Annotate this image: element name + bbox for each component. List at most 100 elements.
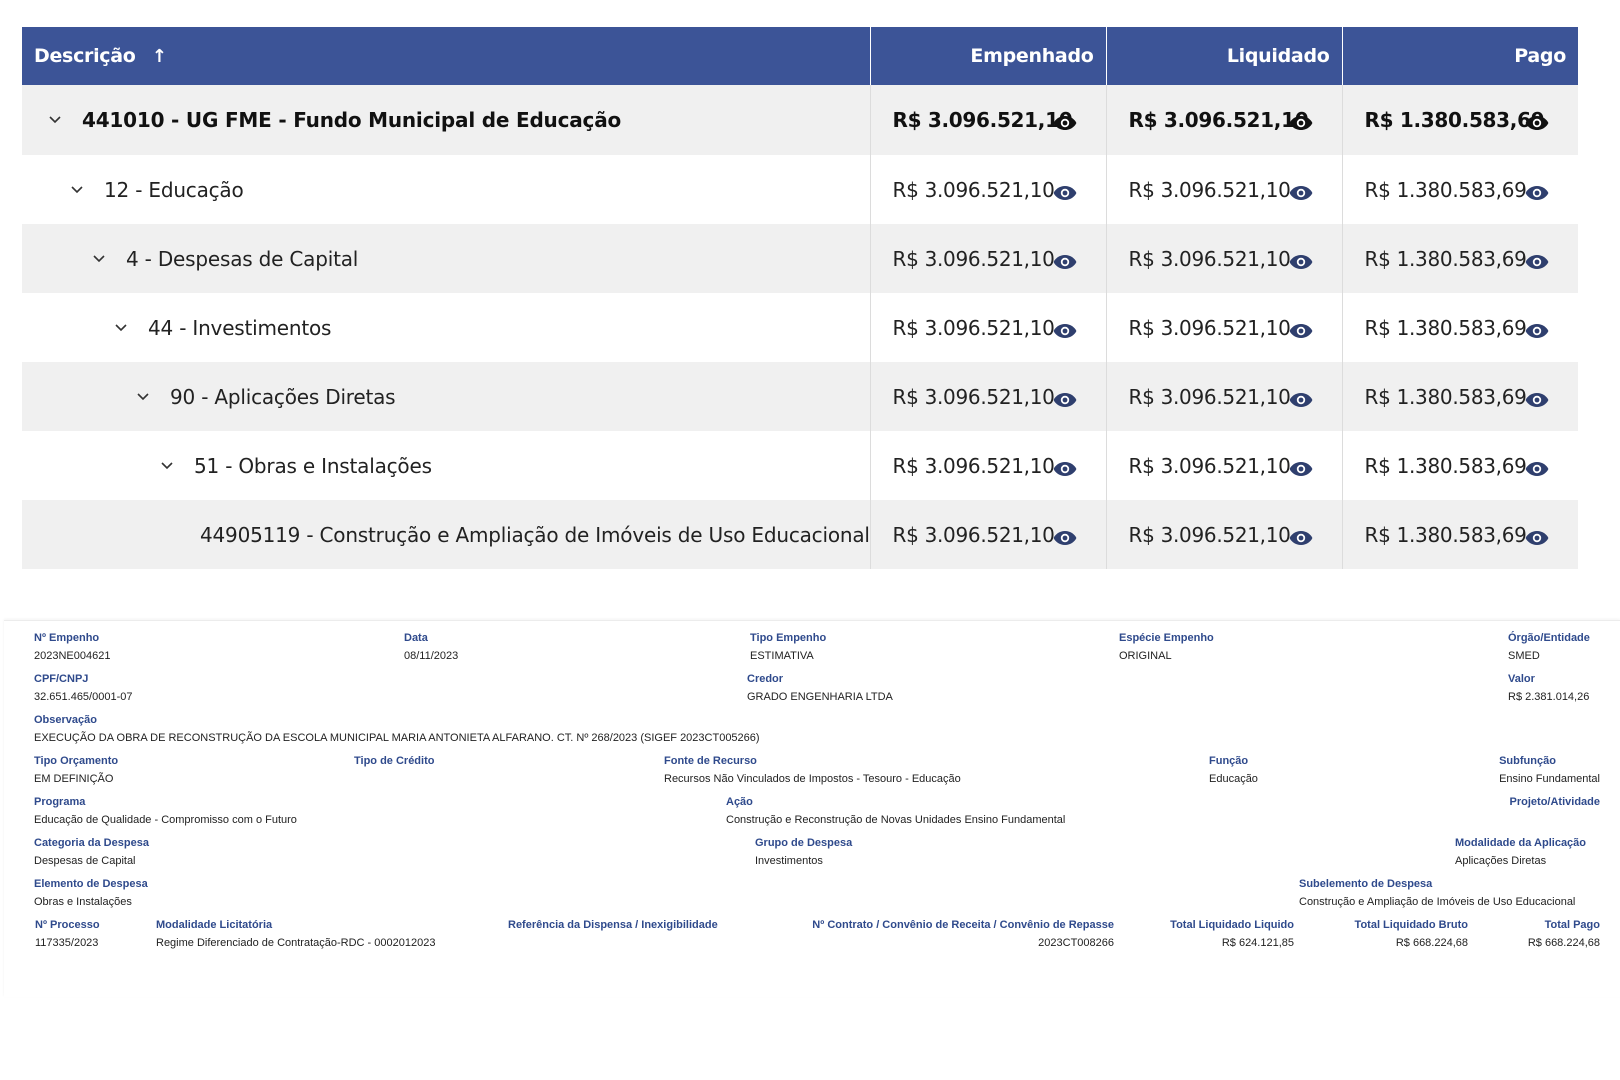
column-header-label: Descrição	[34, 45, 136, 67]
arrow-up-icon[interactable]: ↑	[152, 46, 167, 67]
field-credor: Credor GRADO ENGENHARIA LTDA	[747, 672, 893, 704]
row-label: 4 - Despesas de Capital	[126, 246, 359, 271]
chevron-down-icon[interactable]	[68, 182, 86, 198]
eye-icon[interactable]	[1289, 527, 1313, 545]
row-label: 12 - Educação	[104, 177, 244, 202]
amount-liquidado: R$ 3.096.521,10	[1128, 384, 1291, 409]
eye-icon[interactable]	[1525, 458, 1549, 476]
eye-icon[interactable]	[1053, 389, 1077, 407]
chevron-down-icon[interactable]	[90, 251, 108, 267]
row-label: 44 - Investimentos	[148, 315, 332, 340]
table-row[interactable]: 44 - Investimentos R$ 3.096.521,10 R$ 3.09…	[22, 293, 1578, 362]
amount-empenhado: R$ 3.096.521,10	[892, 315, 1055, 340]
field-value: Construção e Reconstrução de Novas Unida…	[726, 814, 1066, 826]
eye-icon[interactable]	[1053, 251, 1077, 269]
field-label: Data	[404, 632, 428, 644]
amount-pago: R$ 1.380.583,69	[1364, 246, 1527, 271]
table-header-row: Descrição ↑ Empenhado Liquidado Pago	[22, 27, 1578, 85]
eye-icon[interactable]	[1289, 112, 1313, 130]
eye-icon[interactable]	[1525, 182, 1549, 200]
field-grupo-despesa: Grupo de Despesa Investimentos	[755, 836, 852, 868]
eye-icon[interactable]	[1525, 389, 1549, 407]
cell-pago: R$ 1.380.583,69	[1342, 224, 1578, 293]
eye-icon[interactable]	[1053, 320, 1077, 338]
chevron-down-icon[interactable]	[46, 112, 64, 128]
chevron-down-icon[interactable]	[134, 389, 152, 405]
field-valor: Valor R$ 2.381.014,26	[1508, 672, 1589, 704]
field-funcao: Função Educação	[1209, 754, 1258, 786]
amount-liquidado: R$ 3.096.521,10	[1128, 315, 1291, 340]
field-tipo-orcamento: Tipo Orçamento EM DEFINIÇÃO	[34, 754, 118, 786]
field-label: Fonte de Recurso	[664, 755, 757, 767]
field-label: Total Liquidado Liquido	[1170, 919, 1294, 931]
table-row[interactable]: 441010 - UG FME - Fundo Municipal de Edu…	[22, 85, 1578, 155]
field-cpf-cnpj: CPF/CNPJ 32.651.465/0001-07	[34, 672, 132, 704]
field-label: Subfunção	[1499, 755, 1556, 767]
field-value: 117335/2023	[35, 937, 99, 949]
eye-icon[interactable]	[1053, 182, 1077, 200]
field-subfuncao: Subfunção Ensino Fundamental	[1499, 754, 1600, 786]
field-subelemento-despesa: Subelemento de Despesa Construção e Ampli…	[1299, 877, 1575, 909]
field-label: CPF/CNPJ	[34, 673, 89, 685]
eye-icon[interactable]	[1053, 112, 1077, 130]
field-value: 2023NE004621	[34, 650, 111, 662]
field-label: Grupo de Despesa	[755, 837, 853, 849]
column-header-liquidado[interactable]: Liquidado	[1106, 27, 1343, 85]
amount-liquidado: R$ 3.096.521,10	[1128, 246, 1291, 271]
field-label: Nº Contrato / Convênio de Receita / Conv…	[812, 919, 1114, 931]
amount-pago: R$ 1.380.583,69	[1364, 108, 1545, 132]
cell-empenhado: R$ 3.096.521,10	[870, 224, 1107, 293]
field-value: 08/11/2023	[404, 650, 459, 662]
field-n-empenho: Nº Empenho 2023NE004621	[34, 631, 110, 663]
cell-liquidado: R$ 3.096.521,10	[1106, 362, 1343, 431]
table-row[interactable]: 12 - Educação R$ 3.096.521,10 R$ 3.096.521…	[22, 155, 1578, 224]
eye-icon[interactable]	[1289, 320, 1313, 338]
chevron-down-icon[interactable]	[158, 458, 176, 474]
eye-icon[interactable]	[1289, 458, 1313, 476]
column-header-descricao[interactable]: Descrição ↑	[22, 27, 871, 85]
table-row[interactable]: 4 - Despesas de Capital R$ 3.096.521,10 R$…	[22, 224, 1578, 293]
field-label: Nº Processo	[35, 919, 100, 931]
field-value: SMED	[1508, 650, 1540, 662]
cell-liquidado: R$ 3.096.521,10	[1106, 431, 1343, 500]
field-label: Função	[1209, 755, 1249, 767]
field-modalidade-aplicacao: Modalidade da Aplicação Aplicações Direta…	[1455, 836, 1586, 868]
field-value: ESTIMATIVA	[750, 650, 814, 662]
cell-pago: R$ 1.380.583,69	[1342, 431, 1578, 500]
table-body: 441010 - UG FME - Fundo Municipal de Edu…	[22, 85, 1578, 569]
field-projeto-atividade: Projeto/Atividade	[1510, 795, 1600, 813]
field-label: Espécie Empenho	[1119, 632, 1214, 644]
field-value: Despesas de Capital	[34, 855, 136, 867]
cell-empenhado: R$ 3.096.521,10	[870, 85, 1107, 155]
eye-icon[interactable]	[1053, 527, 1077, 545]
column-header-empenhado[interactable]: Empenhado	[870, 27, 1107, 85]
amount-liquidado: R$ 3.096.521,10	[1128, 522, 1291, 547]
cell-liquidado: R$ 3.096.521,10	[1106, 500, 1343, 569]
table-row[interactable]: 51 - Obras e Instalações R$ 3.096.521,10 R…	[22, 431, 1578, 500]
amount-pago: R$ 1.380.583,69	[1364, 453, 1527, 478]
eye-icon[interactable]	[1053, 458, 1077, 476]
eye-icon[interactable]	[1289, 182, 1313, 200]
eye-icon[interactable]	[1525, 112, 1549, 130]
amount-liquidado: R$ 3.096.521,10	[1128, 453, 1291, 478]
chevron-down-icon[interactable]	[112, 320, 130, 336]
field-label: Subelemento de Despesa	[1299, 878, 1433, 890]
field-label: Tipo de Crédito	[354, 755, 435, 767]
eye-icon[interactable]	[1525, 251, 1549, 269]
amount-pago: R$ 1.380.583,69	[1364, 522, 1527, 547]
field-label: Total Liquidado Bruto	[1354, 919, 1468, 931]
table-row[interactable]: 44905119 - Construção e Ampliação de Imó…	[22, 500, 1578, 569]
amount-liquidado: R$ 3.096.521,10	[1128, 177, 1291, 202]
field-programa: Programa Educação de Qualidade - Compromi…	[34, 795, 297, 827]
field-value: Educação	[1209, 773, 1258, 785]
cell-pago: R$ 1.380.583,69	[1342, 362, 1578, 431]
eye-icon[interactable]	[1525, 320, 1549, 338]
cell-empenhado: R$ 3.096.521,10	[870, 431, 1107, 500]
eye-icon[interactable]	[1525, 527, 1549, 545]
eye-icon[interactable]	[1289, 251, 1313, 269]
field-label: Categoria da Despesa	[34, 837, 149, 849]
table-row[interactable]: 90 - Aplicações Diretas R$ 3.096.521,10 R$…	[22, 362, 1578, 431]
eye-icon[interactable]	[1289, 389, 1313, 407]
column-header-pago[interactable]: Pago	[1342, 27, 1578, 85]
amount-empenhado: R$ 3.096.521,10	[892, 246, 1055, 271]
